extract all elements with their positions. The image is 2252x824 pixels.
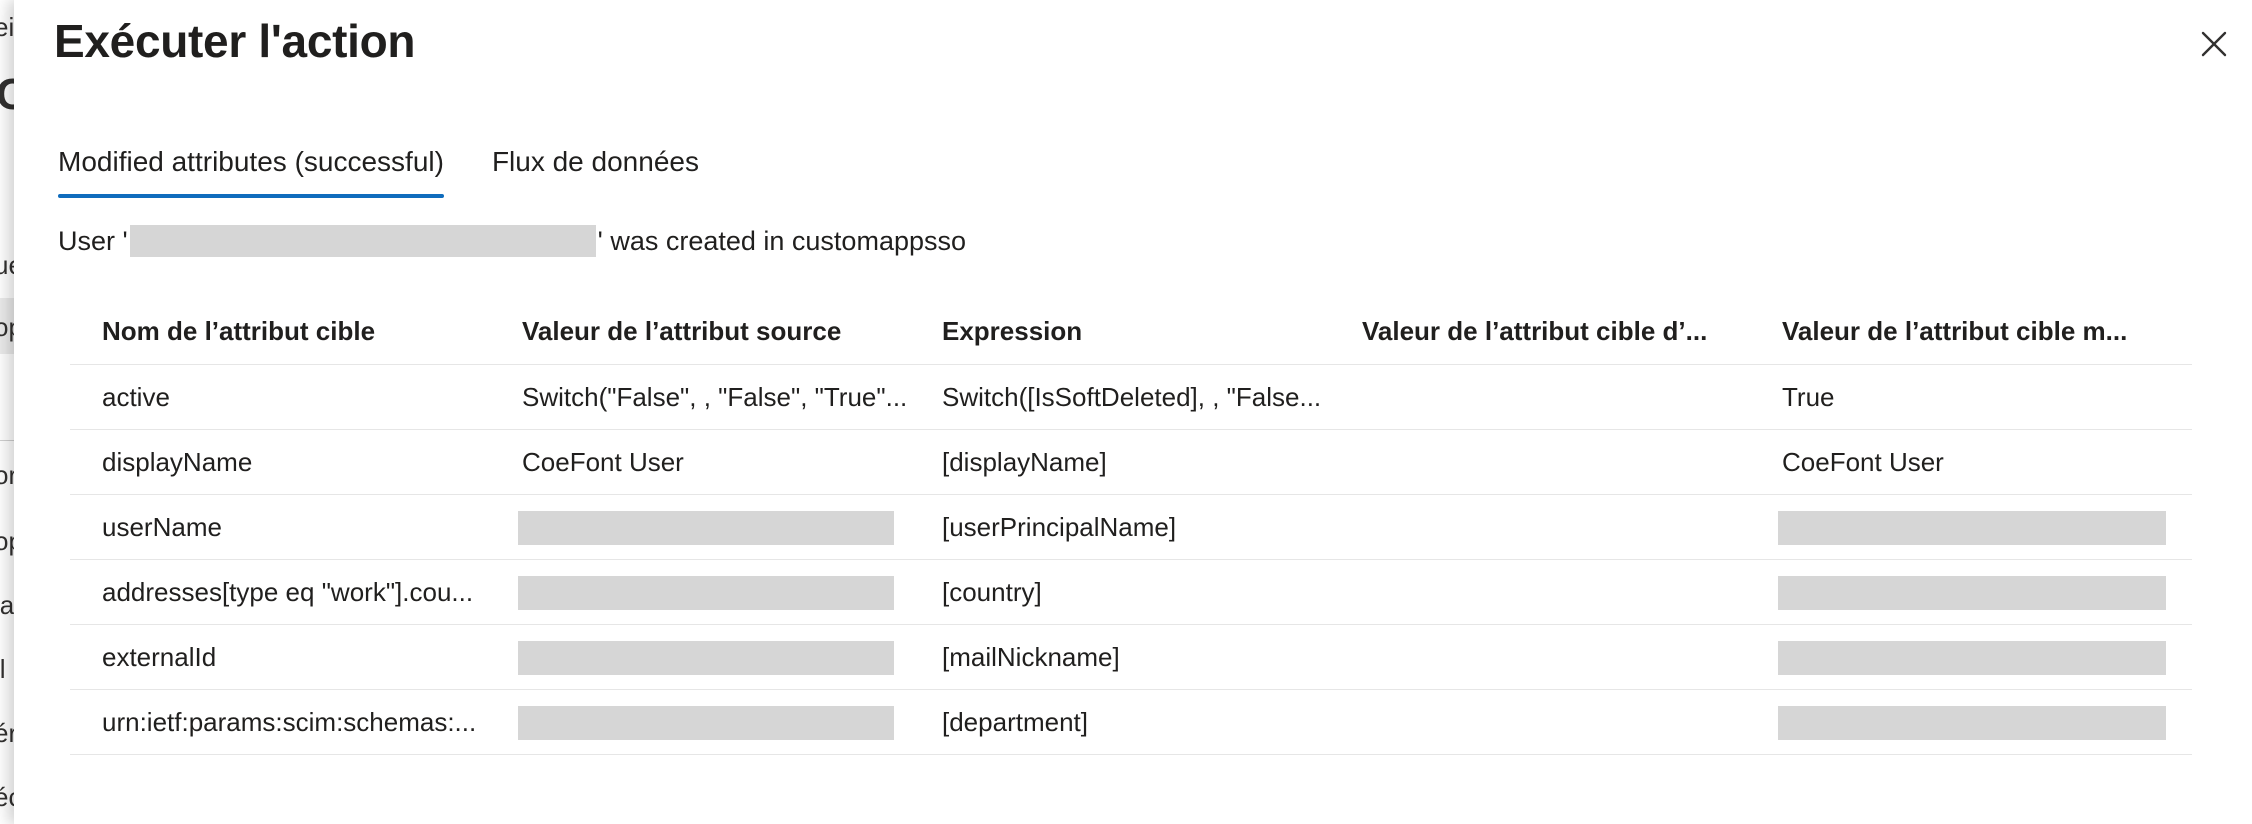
expression-cell: [country] xyxy=(942,576,1042,607)
target-attribute-cell: active xyxy=(102,381,170,412)
screen: eil C ue op or op ia il ér éc Exécuter l… xyxy=(0,0,2252,824)
redacted-user xyxy=(129,225,596,257)
attributes-table: Nom de l’attribut cible Valeur de l’attr… xyxy=(70,298,2192,755)
target-before-cell xyxy=(1330,365,1750,429)
expression-cell: Switch([IsSoftDeleted], , "False... xyxy=(942,381,1322,412)
target-after-cell xyxy=(1750,690,2192,754)
target-after-cell xyxy=(1750,625,2192,689)
redacted-value xyxy=(1778,576,2166,610)
expression-cell: [userPrincipalName] xyxy=(942,511,1177,542)
background-text: il xyxy=(0,654,6,684)
expression-cell: [displayName] xyxy=(942,446,1107,477)
tab-modified-attributes[interactable]: Modified attributes (successful) xyxy=(58,140,444,198)
target-attribute-cell: addresses[type eq "work"].cou... xyxy=(102,576,474,607)
expression-cell: [department] xyxy=(942,706,1088,737)
target-before-cell xyxy=(1330,495,1750,559)
expression-cell: [mailNickname] xyxy=(942,641,1120,672)
column-header-target-before[interactable]: Valeur de l’attribut cible d’... xyxy=(1330,298,1750,364)
close-button[interactable] xyxy=(2192,22,2236,66)
redacted-value xyxy=(518,641,894,675)
target-after-cell xyxy=(1750,560,2192,624)
target-before-cell xyxy=(1330,430,1750,494)
target-after-cell xyxy=(1750,495,2192,559)
background-text: ia xyxy=(0,590,15,620)
table-row[interactable]: active Switch("False", , "False", "True"… xyxy=(70,365,2192,430)
source-value-cell xyxy=(490,495,910,559)
redacted-value xyxy=(518,706,894,740)
target-before-cell xyxy=(1330,560,1750,624)
target-before-cell xyxy=(1330,690,1750,754)
target-after-cell: True xyxy=(1782,381,1835,412)
source-value-cell xyxy=(490,625,910,689)
tab-list: Modified attributes (successful) Flux de… xyxy=(58,140,747,198)
source-value-cell: CoeFont User xyxy=(522,446,684,477)
source-value-cell xyxy=(490,560,910,624)
redacted-value xyxy=(518,511,894,545)
target-before-cell xyxy=(1330,625,1750,689)
table-row[interactable]: userName [userPrincipalName] xyxy=(70,495,2192,560)
execute-action-panel: Exécuter l'action Modified attributes (s… xyxy=(14,0,2252,824)
target-attribute-cell: urn:ietf:params:scim:schemas:... xyxy=(102,706,477,737)
result-message-prefix: User ' xyxy=(58,225,128,256)
redacted-value xyxy=(1778,641,2166,675)
source-value-cell: Switch("False", , "False", "True"... xyxy=(522,381,908,412)
table-row[interactable]: displayName CoeFont User [displayName] C… xyxy=(70,430,2192,495)
column-header-source-value[interactable]: Valeur de l’attribut source xyxy=(490,298,910,364)
column-header-expression[interactable]: Expression xyxy=(910,298,1330,364)
redacted-value xyxy=(1778,511,2166,545)
target-after-cell: CoeFont User xyxy=(1782,446,1944,477)
table-row[interactable]: urn:ietf:params:scim:schemas:... [depart… xyxy=(70,690,2192,755)
table-header-row: Nom de l’attribut cible Valeur de l’attr… xyxy=(70,298,2192,365)
column-header-target-attribute[interactable]: Nom de l’attribut cible xyxy=(70,298,490,364)
table-row[interactable]: addresses[type eq "work"].cou... [countr… xyxy=(70,560,2192,625)
redacted-value xyxy=(1778,706,2166,740)
column-header-target-after[interactable]: Valeur de l’attribut cible m... xyxy=(1750,298,2192,364)
panel-title: Exécuter l'action xyxy=(54,15,416,67)
target-attribute-cell: displayName xyxy=(102,446,253,477)
result-message: User ' ' was created in customappsso xyxy=(58,225,966,257)
close-icon xyxy=(2201,31,2227,57)
source-value-cell xyxy=(490,690,910,754)
result-message-suffix: ' was created in customappsso xyxy=(597,225,967,256)
target-attribute-cell: userName xyxy=(102,511,222,542)
target-attribute-cell: externalId xyxy=(102,641,217,672)
table-row[interactable]: externalId [mailNickname] xyxy=(70,625,2192,690)
redacted-value xyxy=(518,576,894,610)
tab-data-flow[interactable]: Flux de données xyxy=(492,140,699,198)
